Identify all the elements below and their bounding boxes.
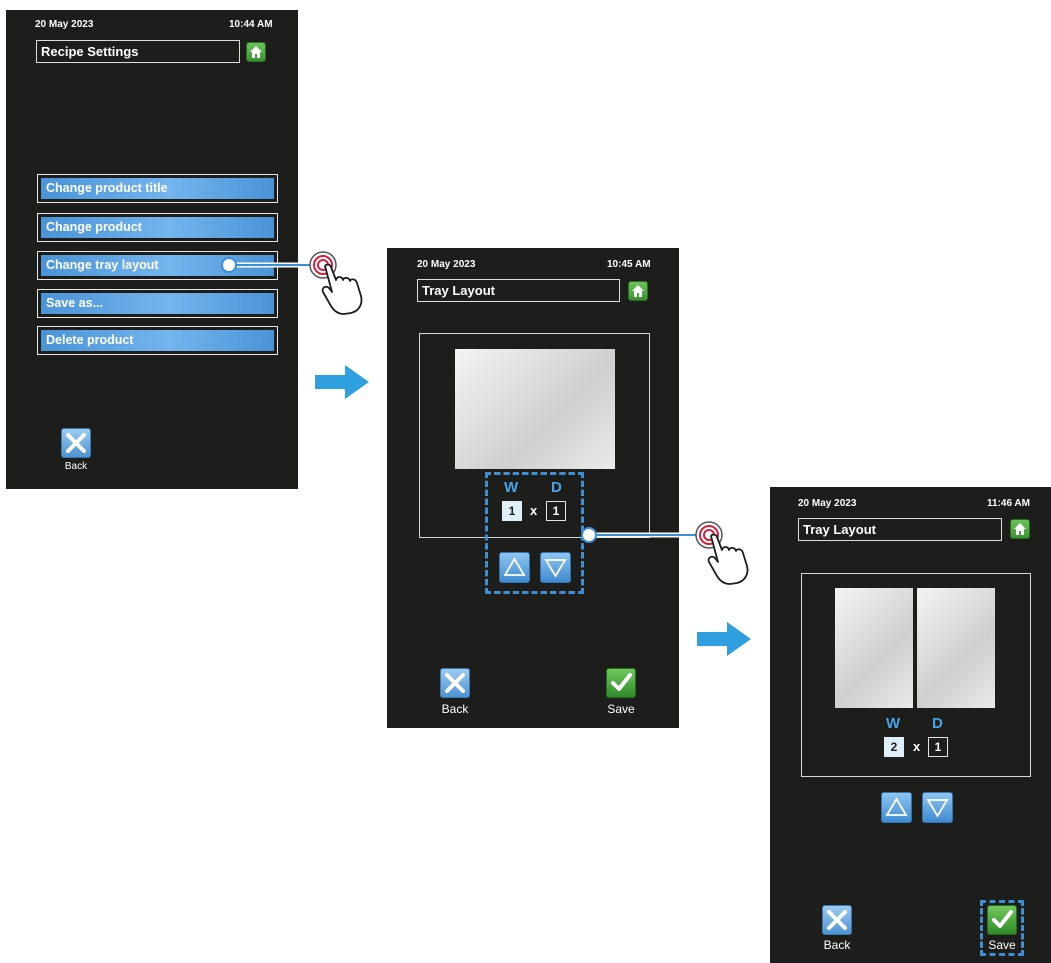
hand-tap-icon [309,251,363,315]
hand-tap-icon [695,521,749,585]
menu-item-label: Save as... [41,293,274,314]
triangle-down-icon [926,799,949,818]
close-x-icon [61,428,91,458]
menu-item-label: Change product title [41,178,274,199]
time-label: 10:45 AM [607,259,651,270]
date-label: 20 May 2023 [798,498,857,509]
decrease-button[interactable] [922,792,953,823]
tray-pan-left [835,588,913,708]
change-product-title-button[interactable]: Change product title [37,174,278,203]
home-icon [1014,523,1026,535]
tray-pan-right [917,588,995,708]
increase-button[interactable] [881,792,912,823]
depth-label: D [932,715,943,732]
close-x-icon [822,905,852,935]
back-label: Back [823,938,851,952]
change-product-button[interactable]: Change product [37,213,278,242]
arrow-right-icon [697,622,751,656]
back-button[interactable] [61,428,91,458]
tray-pan [455,349,615,469]
checkmark-icon [606,668,636,698]
back-button[interactable] [440,668,470,698]
menu-item-label: Delete product [41,330,274,351]
times-separator: x [913,739,921,754]
close-x-icon [440,668,470,698]
screen-tray-layout-1: 20 May 2023 10:45 AM Tray Layout W D 1 x… [387,248,679,728]
depth-value[interactable]: 1 [928,737,948,757]
home-button[interactable] [1010,519,1030,539]
screen-recipe-settings: 20 May 2023 10:44 AM Recipe Settings Cha… [6,10,298,489]
menu-item-label: Change product [41,217,274,238]
save-as-button[interactable]: Save as... [37,289,278,318]
save-label: Save [607,702,635,716]
home-button[interactable] [628,281,648,301]
page-title: Tray Layout [417,279,620,302]
back-label: Back [441,702,469,716]
screen-tray-layout-2: 20 May 2023 11:46 AM Tray Layout W D 2 x… [770,487,1051,963]
save-button[interactable] [606,668,636,698]
date-label: 20 May 2023 [417,259,476,270]
triangle-up-icon [885,797,908,816]
back-label: Back [64,461,88,472]
width-label: W [886,715,901,732]
delete-product-button[interactable]: Delete product [37,326,278,355]
page-title: Tray Layout [798,518,1002,541]
arrow-right-icon [315,365,369,399]
menu-item-label: Change tray layout [41,255,274,276]
date-label: 20 May 2023 [35,19,94,30]
time-label: 11:46 AM [987,498,1030,509]
time-label: 10:44 AM [229,19,273,30]
home-icon [250,46,262,58]
width-value[interactable]: 2 [884,737,904,757]
home-button[interactable] [246,42,266,62]
change-tray-layout-button[interactable]: Change tray layout [37,251,278,280]
highlight-save-button [980,900,1024,956]
page-title: Recipe Settings [36,40,240,63]
highlight-dimension-controls [485,472,584,594]
back-button[interactable] [822,905,852,935]
home-icon [632,285,644,297]
